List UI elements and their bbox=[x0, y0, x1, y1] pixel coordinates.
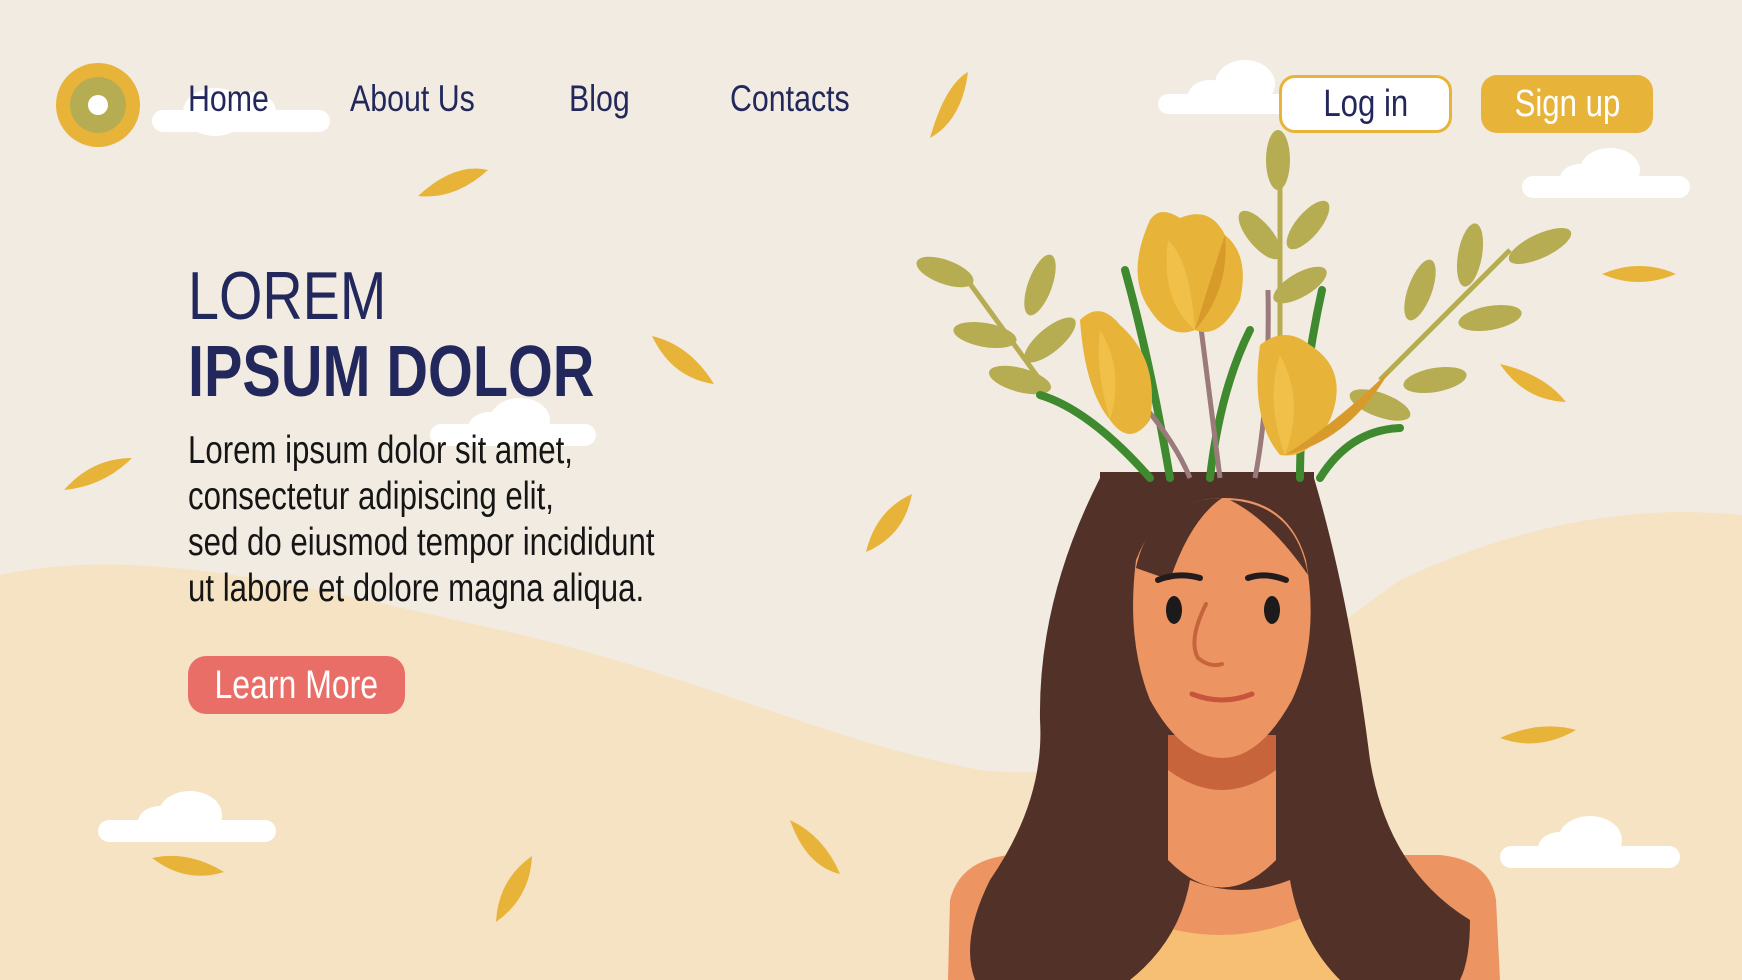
signup-button[interactable]: Sign up bbox=[1481, 75, 1653, 133]
nav-home[interactable]: Home bbox=[188, 78, 269, 120]
hero-description-line: ut labore et dolore magna aliqua. bbox=[188, 567, 645, 610]
cloud-icon bbox=[1522, 148, 1690, 198]
hero-description-line: consectetur adipiscing elit, bbox=[188, 475, 554, 518]
login-button[interactable]: Log in bbox=[1279, 75, 1452, 133]
hero-description-line: sed do eiusmod tempor incididunt bbox=[188, 521, 655, 564]
nav-contacts[interactable]: Contacts bbox=[730, 78, 850, 120]
circle-logo-icon bbox=[70, 77, 126, 133]
hero-title-line-2: IPSUM DOLOR bbox=[188, 332, 595, 412]
nav-blog[interactable]: Blog bbox=[569, 78, 630, 120]
hero-description-line: Lorem ipsum dolor sit amet, bbox=[188, 429, 573, 472]
login-button-label: Log in bbox=[1323, 82, 1408, 125]
hero-title-line-1: LOREM bbox=[188, 258, 387, 334]
signup-button-label: Sign up bbox=[1514, 82, 1620, 125]
hero-description: Lorem ipsum dolor sit amet, consectetur … bbox=[188, 428, 655, 612]
logo[interactable] bbox=[56, 63, 140, 147]
plant-illustration bbox=[916, 130, 1572, 482]
nav-about-us[interactable]: About Us bbox=[350, 78, 475, 120]
learn-more-button[interactable]: Learn More bbox=[188, 656, 405, 714]
learn-more-label: Learn More bbox=[214, 662, 379, 707]
